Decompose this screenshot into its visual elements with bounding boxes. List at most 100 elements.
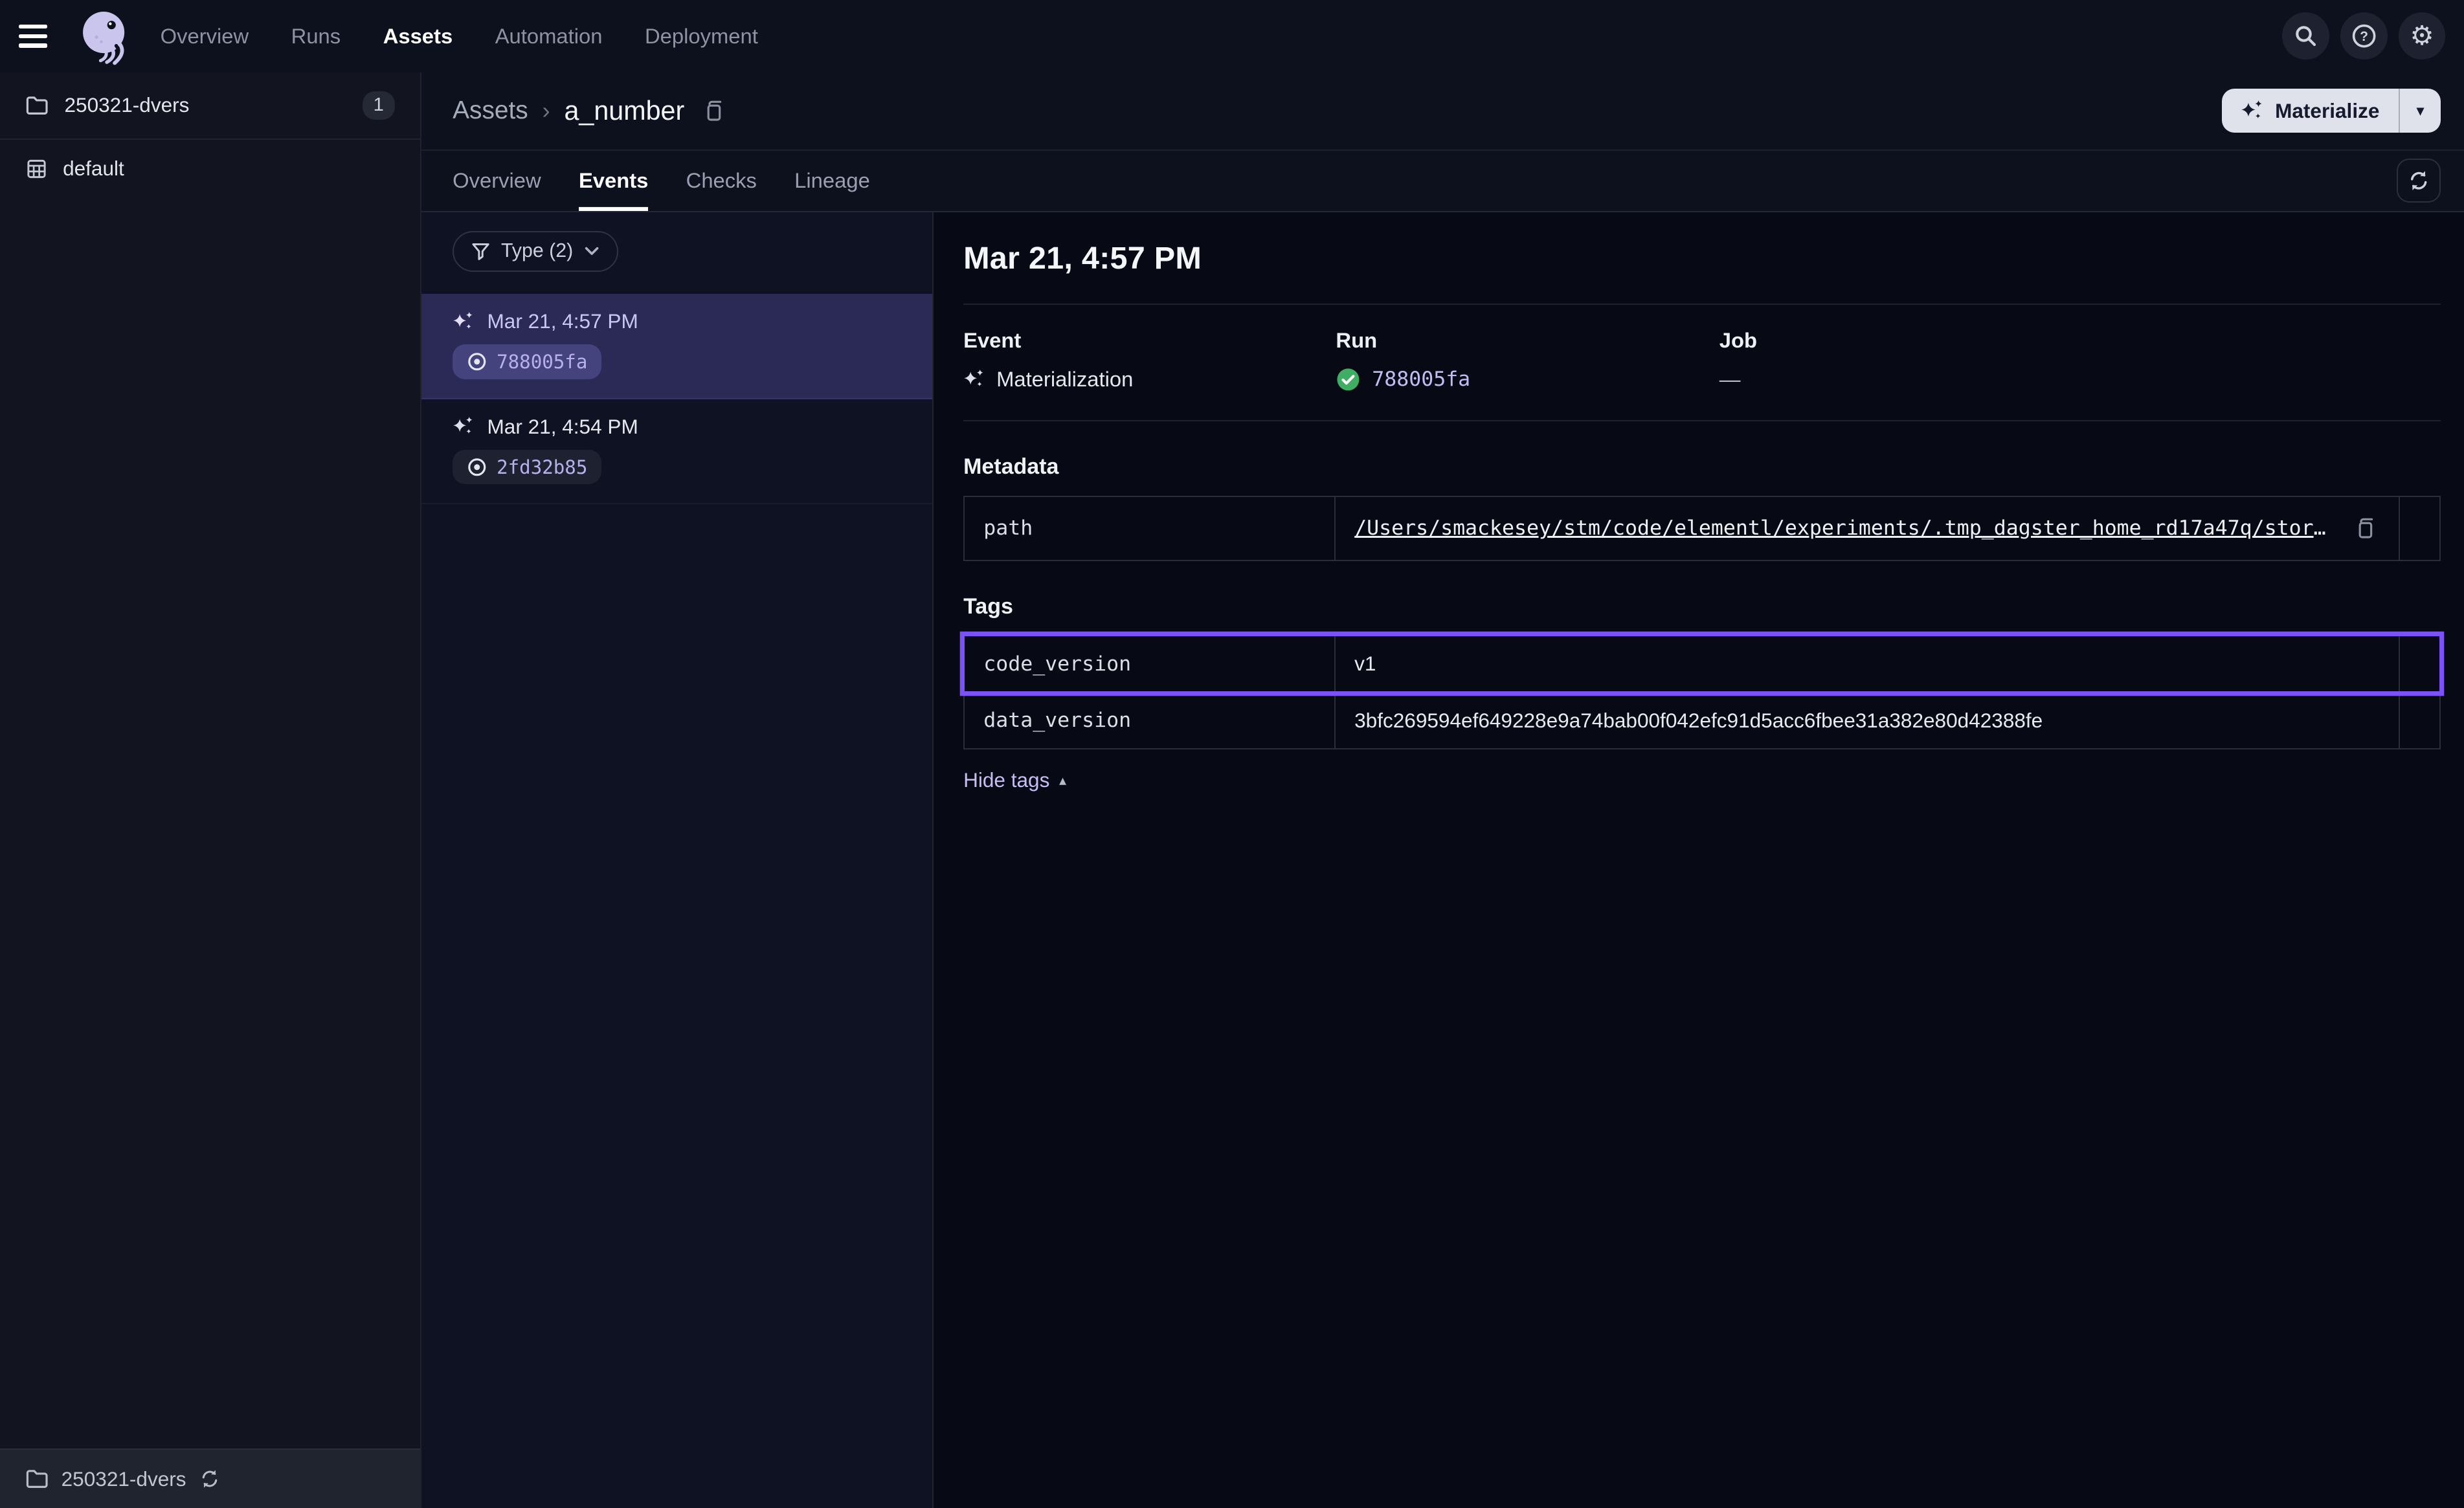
run-success-icon (1336, 367, 1361, 392)
asset-name: a_number (564, 96, 684, 126)
event-timestamp: Mar 21, 4:54 PM (487, 415, 638, 439)
gear-icon: ⚙ (2410, 23, 2434, 49)
metadata-key: path (965, 497, 1336, 560)
job-value: — (1719, 367, 1741, 392)
tags-table: code_version v1 data_version 3bfc269594e… (963, 635, 2441, 749)
help-icon: ? (2351, 23, 2377, 49)
hide-tags-label: Hide tags (963, 768, 1049, 792)
copy-asset-name-button[interactable] (699, 95, 728, 127)
primary-nav: Overview Runs Assets Automation Deployme… (161, 24, 758, 49)
sidebar-item-group[interactable]: 250321-dvers 1 (0, 72, 420, 140)
run-status-icon (467, 351, 487, 372)
event-timestamp: Mar 21, 4:57 PM (487, 309, 638, 333)
settings-button[interactable]: ⚙ (2399, 12, 2446, 60)
sidebar-group-label: 250321-dvers (65, 93, 190, 117)
breadcrumb-separator-icon: › (543, 97, 550, 124)
materialize-button[interactable]: Materialize (2222, 89, 2399, 133)
job-column-label: Job (1719, 328, 2441, 353)
run-id: 2fd32b85 (497, 456, 587, 478)
run-status-icon (467, 457, 487, 478)
path-link[interactable]: /Users/smackesey/stm/code/elementl/exper… (1354, 516, 2337, 540)
caret-down-icon: ▾ (2416, 101, 2424, 120)
asset-tabs: Overview Events Checks Lineage (421, 151, 2464, 212)
nav-item-automation[interactable]: Automation (495, 24, 603, 49)
chevron-down-icon (584, 246, 599, 257)
metadata-heading: Metadata (963, 454, 2441, 480)
event-list-item-457pm[interactable]: Mar 21, 4:57 PM 788005fa (421, 294, 932, 399)
breadcrumb-assets-link[interactable]: Assets (453, 96, 528, 125)
type-filter-button[interactable]: Type (2) (453, 231, 618, 272)
nav-item-deployment[interactable]: Deployment (645, 24, 758, 49)
event-detail-pane: Mar 21, 4:57 PM Event (934, 212, 2464, 1508)
refresh-icon (2407, 169, 2430, 192)
octopus-logo-icon (74, 6, 133, 66)
hamburger-menu-button[interactable] (19, 14, 63, 58)
nav-item-assets[interactable]: Assets (383, 24, 453, 49)
asset-count-badge: 1 (363, 91, 395, 120)
folder-icon (25, 1468, 49, 1490)
sidebar-footer-location[interactable]: 250321-dvers (0, 1448, 420, 1508)
filter-row: Type (2) (421, 212, 932, 294)
table-end-cell (2399, 636, 2439, 692)
metadata-table: path /Users/smackesey/stm/code/elementl/… (963, 496, 2441, 561)
run-id-chip[interactable]: 2fd32b85 (453, 450, 601, 484)
code-location-icon (25, 158, 47, 180)
tag-key: data_version (965, 693, 1336, 748)
sync-icon (199, 1468, 221, 1490)
sidebar-location-label: default (63, 157, 124, 181)
search-button[interactable] (2282, 12, 2329, 60)
events-list-panel: Type (2) (421, 212, 934, 1508)
folder-icon (25, 94, 49, 116)
copy-path-button[interactable] (2350, 513, 2380, 544)
materialize-dropdown-button[interactable]: ▾ (2400, 89, 2441, 133)
top-nav: Overview Runs Assets Automation Deployme… (0, 0, 2464, 72)
breadcrumb: Assets › a_number (453, 95, 728, 127)
copy-icon (702, 98, 725, 124)
nav-item-overview[interactable]: Overview (161, 24, 249, 49)
event-list-item-454pm[interactable]: Mar 21, 4:54 PM 2fd32b85 (421, 399, 932, 505)
dagster-app: Overview Runs Assets Automation Deployme… (0, 0, 2464, 1508)
materialization-sparkle-icon (453, 416, 475, 438)
tab-events[interactable]: Events (579, 151, 648, 211)
nav-actions: ? ⚙ (2282, 12, 2445, 60)
materialization-sparkle-icon (453, 311, 475, 333)
tab-checks[interactable]: Checks (686, 151, 757, 211)
divider (963, 420, 2441, 421)
sparkle-icon (2241, 99, 2264, 122)
materialization-sparkle-icon (963, 368, 985, 390)
tag-row-code-version: code_version v1 (965, 636, 2439, 692)
tab-overview[interactable]: Overview (453, 151, 541, 211)
dagster-logo[interactable] (73, 5, 135, 67)
tab-lineage[interactable]: Lineage (794, 151, 870, 211)
tag-value: 3bfc269594ef649228e9a74bab00f042efc91d5a… (1336, 693, 2399, 748)
run-id-link[interactable]: 788005fa (1372, 368, 1470, 391)
run-id: 788005fa (497, 351, 587, 373)
copy-icon (2353, 516, 2377, 541)
event-detail-title: Mar 21, 4:57 PM (963, 240, 2441, 276)
tag-row-data-version: data_version 3bfc269594ef649228e9a74bab0… (965, 691, 2439, 748)
filter-funnel-icon (471, 242, 490, 261)
run-id-chip[interactable]: 788005fa (453, 344, 601, 379)
refresh-button[interactable] (2397, 159, 2441, 203)
event-summary-grid: Event Materialization (963, 328, 2441, 392)
main-content: Assets › a_number (421, 72, 2464, 1508)
footer-location-label: 250321-dvers (62, 1467, 186, 1491)
asset-catalog-sidebar: 250321-dvers 1 default (0, 72, 421, 1508)
table-end-cell (2399, 693, 2439, 748)
tag-value: v1 (1336, 636, 2399, 692)
run-column-label: Run (1336, 328, 1719, 353)
event-type-value: Materialization (996, 367, 1133, 392)
help-button[interactable]: ? (2340, 12, 2388, 60)
tags-heading: Tags (963, 594, 2441, 619)
tag-key: code_version (965, 636, 1336, 692)
metadata-row-path: path /Users/smackesey/stm/code/elementl/… (965, 497, 2439, 560)
hide-tags-button[interactable]: Hide tags ▴ (963, 768, 1066, 792)
filter-label: Type (2) (501, 240, 573, 262)
nav-item-runs[interactable]: Runs (291, 24, 341, 49)
search-icon (2293, 23, 2318, 49)
svg-text:?: ? (2360, 29, 2368, 44)
caret-up-icon: ▴ (1059, 772, 1066, 789)
event-column-label: Event (963, 328, 1336, 353)
materialize-label: Materialize (2275, 99, 2379, 123)
sidebar-item-default-location[interactable]: default (0, 140, 420, 198)
